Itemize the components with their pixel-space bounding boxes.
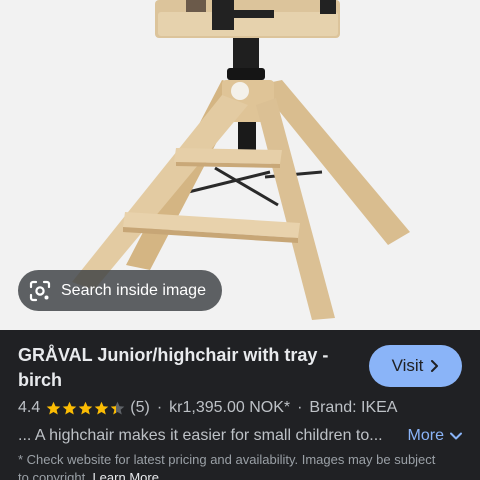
star-icon bbox=[78, 401, 93, 414]
brand: Brand: IKEA bbox=[309, 399, 398, 416]
rating-value: 4.4 bbox=[18, 399, 41, 416]
visit-button[interactable]: Visit bbox=[369, 345, 462, 387]
star-icon bbox=[110, 401, 125, 414]
visit-button-label: Visit bbox=[391, 356, 424, 375]
learn-more-link[interactable]: Learn More bbox=[92, 470, 158, 480]
chevron-right-icon bbox=[431, 360, 439, 372]
search-inside-image-button[interactable]: Search inside image bbox=[18, 270, 222, 311]
search-inside-image-label: Search inside image bbox=[61, 281, 206, 299]
product-meta-row: 4.4 (5) · kr1,395.00 NOK* · Brand: IKEA bbox=[18, 397, 397, 419]
star-icon bbox=[62, 401, 77, 414]
separator-dot: · bbox=[297, 399, 303, 416]
lens-camera-icon bbox=[29, 280, 51, 301]
description-row: ... A highchair makes it easier for smal… bbox=[18, 425, 462, 447]
product-result-screen: Search inside image GRÅVAL Junior/highch… bbox=[0, 0, 480, 480]
product-title[interactable]: GRÅVAL Junior/highchair with tray - birc… bbox=[18, 343, 348, 393]
price: kr1,395.00 NOK* bbox=[169, 399, 291, 416]
star-icon bbox=[94, 401, 109, 414]
disclaimer-text: * Check website for latest pricing and a… bbox=[18, 451, 448, 480]
review-count: (5) bbox=[130, 399, 150, 416]
chevron-down-icon bbox=[450, 432, 462, 440]
star-icon bbox=[46, 401, 61, 414]
product-description: ... A highchair makes it easier for smal… bbox=[18, 427, 383, 444]
product-info-panel: GRÅVAL Junior/highchair with tray - birc… bbox=[0, 330, 480, 480]
more-label: More bbox=[407, 427, 444, 444]
product-image[interactable]: Search inside image bbox=[0, 0, 480, 330]
more-button[interactable]: More bbox=[408, 427, 462, 445]
disclaimer-body: * Check website for latest pricing and a… bbox=[18, 452, 436, 480]
rating-stars bbox=[46, 401, 126, 416]
separator-dot: · bbox=[156, 399, 163, 416]
